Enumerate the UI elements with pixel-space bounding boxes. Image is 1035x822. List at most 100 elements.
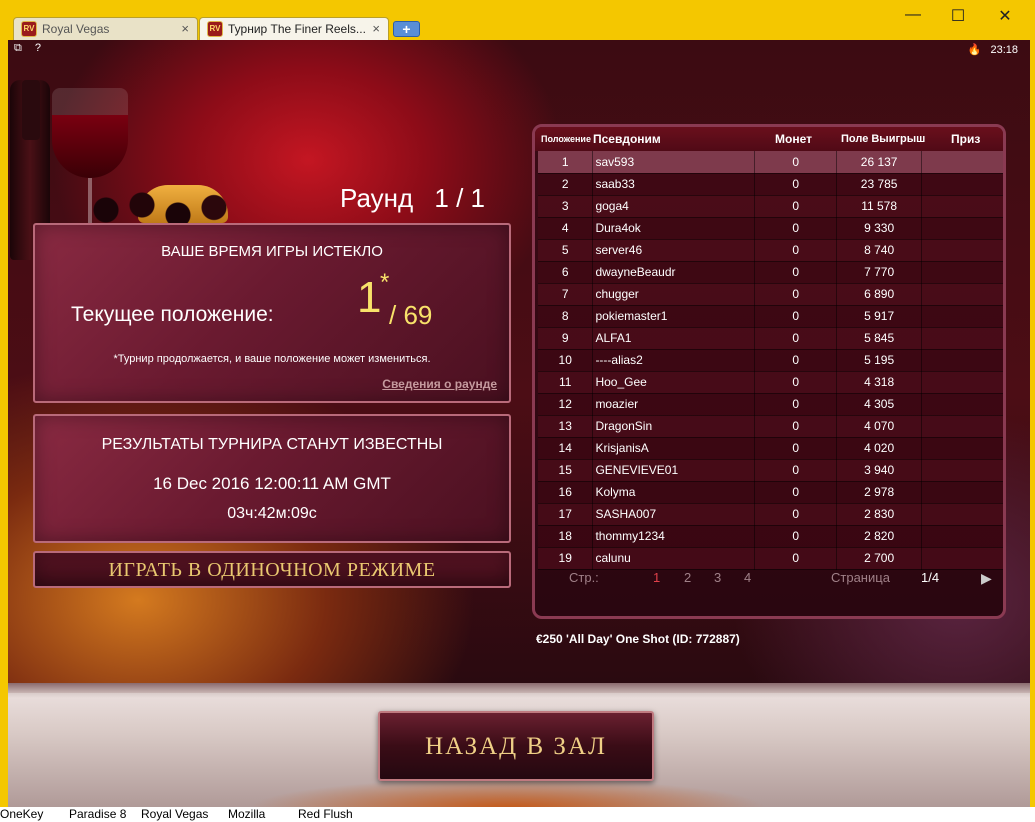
taskbar-item-mozilla[interactable]: Mozilla xyxy=(228,807,265,821)
page-2-link[interactable]: 2 xyxy=(684,570,691,585)
tab-royal-vegas[interactable]: RV Royal Vegas × xyxy=(13,17,198,40)
table-row[interactable]: 11 Hoo_Gee 0 4 318 xyxy=(538,371,1003,394)
row-position: 6 xyxy=(538,261,594,284)
table-row[interactable]: 3 goga4 0 11 578 xyxy=(538,195,1003,218)
row-winnings: 11 578 xyxy=(836,195,923,218)
row-nickname: chugger xyxy=(592,283,756,306)
row-coins: 0 xyxy=(754,503,838,526)
tournament-name: €250 'All Day' One Shot (ID: 772887) xyxy=(536,632,740,646)
status-panel: ВАШЕ ВРЕМЯ ИГРЫ ИСТЕКЛО Текущее положени… xyxy=(33,223,511,403)
help-icon[interactable]: ? xyxy=(35,42,41,54)
row-coins: 0 xyxy=(754,217,838,240)
row-prize xyxy=(921,459,1003,482)
row-coins: 0 xyxy=(754,459,838,482)
position-total: / 69 xyxy=(389,300,433,330)
new-tab-button[interactable]: + xyxy=(393,21,420,37)
table-row[interactable]: 14 KrisjanisA 0 4 020 xyxy=(538,437,1003,460)
row-position: 7 xyxy=(538,283,594,306)
row-prize xyxy=(921,349,1003,372)
tab-label: Royal Vegas xyxy=(42,22,110,36)
position-asterisk: * xyxy=(380,269,390,296)
row-winnings: 26 137 xyxy=(836,151,923,174)
back-to-lobby-button[interactable]: НАЗАД В ЗАЛ xyxy=(378,711,654,781)
row-coins: 0 xyxy=(754,371,838,394)
taskbar: OneKey Paradise 8 Royal Vegas Mozilla Re… xyxy=(0,807,1035,822)
table-row[interactable]: 8 pokiemaster1 0 5 917 xyxy=(538,305,1003,328)
row-coins: 0 xyxy=(754,437,838,460)
row-prize xyxy=(921,415,1003,438)
table-row[interactable]: 4 Dura4ok 0 9 330 xyxy=(538,217,1003,240)
maximize-icon[interactable]: ☐ xyxy=(948,6,968,26)
tab-tournament[interactable]: RV Турнир The Finer Reels... × xyxy=(199,17,389,40)
row-nickname: DragonSin xyxy=(592,415,756,438)
row-winnings: 6 890 xyxy=(836,283,923,306)
row-nickname: ----alias2 xyxy=(592,349,756,372)
clock: 🔥 23:18 xyxy=(968,43,1018,56)
page-1-link[interactable]: 1 xyxy=(653,570,660,585)
table-row[interactable]: 9 ALFA1 0 5 845 xyxy=(538,327,1003,350)
row-prize xyxy=(921,371,1003,394)
leaderboard-pager: Стр.: 1 2 3 4 Страница 1/4 ▶ xyxy=(535,564,1003,592)
table-row[interactable]: 6 dwayneBeaudr 0 7 770 xyxy=(538,261,1003,284)
row-nickname: sav593 xyxy=(592,151,756,174)
taskbar-item-paradise8[interactable]: Paradise 8 xyxy=(69,807,126,821)
row-nickname: saab33 xyxy=(592,173,756,196)
next-page-icon[interactable]: ▶ xyxy=(981,570,992,587)
taskbar-item-red-flush[interactable]: Red Flush xyxy=(298,807,353,821)
row-prize xyxy=(921,217,1003,240)
taskbar-item-onekey[interactable]: OneKey xyxy=(0,807,43,821)
table-row[interactable]: 16 Kolyma 0 2 978 xyxy=(538,481,1003,504)
pager-label: Стр.: xyxy=(569,570,599,585)
minimize-icon[interactable]: — xyxy=(903,6,923,24)
close-icon[interactable]: × xyxy=(372,21,380,36)
row-winnings: 4 305 xyxy=(836,393,923,416)
table-row[interactable]: 2 saab33 0 23 785 xyxy=(538,173,1003,196)
row-winnings: 4 020 xyxy=(836,437,923,460)
table-row[interactable]: 18 thommy1234 0 2 820 xyxy=(538,525,1003,548)
row-nickname: GENEVIEVE01 xyxy=(592,459,756,482)
row-winnings: 9 330 xyxy=(836,217,923,240)
row-nickname: SASHA007 xyxy=(592,503,756,526)
row-prize xyxy=(921,151,1003,174)
round-details-link[interactable]: Сведения о раунде xyxy=(382,377,497,391)
row-coins: 0 xyxy=(754,393,838,416)
table-row[interactable]: 17 SASHA007 0 2 830 xyxy=(538,503,1003,526)
taskbar-item-royal-vegas[interactable]: Royal Vegas xyxy=(141,807,208,821)
row-coins: 0 xyxy=(754,415,838,438)
round-indicator: Раунд 1 / 1 xyxy=(340,183,485,214)
row-nickname: moazier xyxy=(592,393,756,416)
table-row[interactable]: 13 DragonSin 0 4 070 xyxy=(538,415,1003,438)
row-position: 3 xyxy=(538,195,594,218)
row-position: 5 xyxy=(538,239,594,262)
clock-time: 23:18 xyxy=(990,44,1018,56)
row-prize xyxy=(921,503,1003,526)
row-nickname: Hoo_Gee xyxy=(592,371,756,394)
page-4-link[interactable]: 4 xyxy=(744,570,751,585)
row-coins: 0 xyxy=(754,305,838,328)
game-area: ⧉ ? 🔥 23:18 Раунд 1 / 1 ВАШЕ ВРЕМЯ ИГРЫ … xyxy=(8,40,1030,683)
row-coins: 0 xyxy=(754,327,838,350)
page-label: Страница xyxy=(831,570,890,585)
table-row[interactable]: 7 chugger 0 6 890 xyxy=(538,283,1003,306)
row-winnings: 2 820 xyxy=(836,525,923,548)
flame-icon: 🔥 xyxy=(967,44,982,56)
table-row[interactable]: 1 sav593 0 26 137 xyxy=(538,151,1003,174)
game-toolbar: ⧉ ? xyxy=(14,42,51,55)
row-winnings: 5 195 xyxy=(836,349,923,372)
bottom-bar: НАЗАД В ЗАЛ xyxy=(8,683,1030,807)
row-winnings: 5 917 xyxy=(836,305,923,328)
play-single-mode-button[interactable]: ИГРАТЬ В ОДИНОЧНОМ РЕЖИМЕ xyxy=(33,551,511,588)
back-to-lobby-label: НАЗАД В ЗАЛ xyxy=(425,733,607,760)
table-row[interactable]: 10 ----alias2 0 5 195 xyxy=(538,349,1003,372)
copy-icon[interactable]: ⧉ xyxy=(14,42,22,54)
row-nickname: pokiemaster1 xyxy=(592,305,756,328)
close-window-icon[interactable]: ✕ xyxy=(995,6,1015,26)
close-icon[interactable]: × xyxy=(181,21,189,36)
results-title: РЕЗУЛЬТАТЫ ТУРНИРА СТАНУТ ИЗВЕСТНЫ xyxy=(101,436,443,453)
row-nickname: Kolyma xyxy=(592,481,756,504)
header-prize: Приз xyxy=(951,132,981,146)
table-row[interactable]: 15 GENEVIEVE01 0 3 940 xyxy=(538,459,1003,482)
page-3-link[interactable]: 3 xyxy=(714,570,721,585)
table-row[interactable]: 5 server46 0 8 740 xyxy=(538,239,1003,262)
table-row[interactable]: 12 moazier 0 4 305 xyxy=(538,393,1003,416)
